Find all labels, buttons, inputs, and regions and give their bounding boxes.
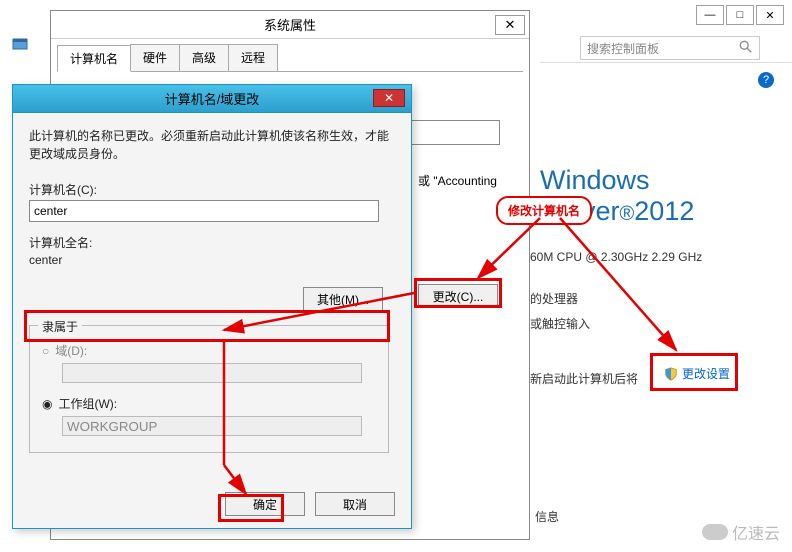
- rename-title-bar[interactable]: 计算机名/域更改 ✕: [13, 85, 411, 113]
- sysprops-tabs: 计算机名 硬件 高级 远程: [57, 44, 523, 72]
- computer-name-input[interactable]: [29, 200, 379, 222]
- workgroup-input: [62, 416, 362, 436]
- minimize-button[interactable]: —: [696, 5, 724, 25]
- accounting-hint: 或 "Accounting: [418, 172, 497, 189]
- search-icon: [739, 40, 753, 57]
- radio-icon: ◉: [42, 397, 52, 411]
- domain-radio[interactable]: ○ 域(D):: [42, 342, 376, 359]
- touch-info: 或触控输入: [530, 315, 590, 332]
- other-button[interactable]: 其他(M)...: [303, 287, 383, 311]
- annotation-callout: 修改计算机名: [496, 196, 592, 225]
- domain-input: [62, 363, 362, 383]
- change-settings-link[interactable]: 更改设置: [664, 365, 730, 382]
- processor-info: 的处理器: [530, 290, 578, 307]
- maximize-button[interactable]: □: [726, 5, 754, 25]
- sysprops-title: 系统属性: [264, 15, 316, 34]
- computer-name-label: 计算机名(C):: [29, 181, 395, 198]
- sysprops-close-button[interactable]: ✕: [495, 15, 525, 35]
- restart-note: 新启动此计算机后将: [530, 370, 638, 387]
- ok-button[interactable]: 确定: [225, 492, 305, 516]
- search-input[interactable]: 搜索控制面板: [580, 36, 760, 60]
- tab-remote[interactable]: 远程: [228, 44, 278, 71]
- divider: [540, 62, 792, 63]
- radio-icon: ○: [42, 344, 49, 358]
- bg-message: 信息: [535, 508, 559, 525]
- workgroup-label: 工作组(W):: [58, 395, 117, 412]
- cpu-info: 60M CPU @ 2.30GHz 2.29 GHz: [530, 250, 702, 264]
- domain-label: 域(D):: [55, 342, 87, 359]
- membership-group: 隶属于 ○ 域(D): ◉ 工作组(W):: [29, 325, 389, 453]
- workgroup-radio[interactable]: ◉ 工作组(W):: [42, 395, 376, 412]
- help-icon[interactable]: ?: [758, 72, 774, 88]
- rename-title: 计算机名/域更改: [165, 89, 260, 108]
- full-name-value: center: [29, 253, 395, 267]
- full-name-label: 计算机全名:: [29, 234, 395, 251]
- search-placeholder: 搜索控制面板: [587, 40, 659, 57]
- change-button[interactable]: 更改(C)...: [418, 284, 498, 308]
- tab-advanced[interactable]: 高级: [179, 44, 229, 71]
- watermark: 亿速云: [702, 520, 780, 544]
- membership-legend: 隶属于: [38, 318, 82, 335]
- tab-hardware[interactable]: 硬件: [130, 44, 180, 71]
- rename-dialog: 计算机名/域更改 ✕ 此计算机的名称已更改。必须重新启动此计算机使该名称生效，才…: [12, 84, 412, 529]
- rename-message: 此计算机的名称已更改。必须重新启动此计算机使该名称生效，才能更改域成员身份。: [29, 127, 395, 163]
- cloud-icon: [702, 524, 728, 540]
- rename-close-button[interactable]: ✕: [373, 89, 405, 107]
- window-controls: — □ ✕: [696, 5, 784, 25]
- shield-icon: [664, 367, 678, 381]
- window-icon: [12, 36, 28, 52]
- cancel-button[interactable]: 取消: [315, 492, 395, 516]
- change-settings-label: 更改设置: [682, 365, 730, 382]
- tab-computer-name[interactable]: 计算机名: [57, 45, 131, 72]
- close-button[interactable]: ✕: [756, 5, 784, 25]
- sysprops-title-bar: 系统属性 ✕: [51, 11, 529, 39]
